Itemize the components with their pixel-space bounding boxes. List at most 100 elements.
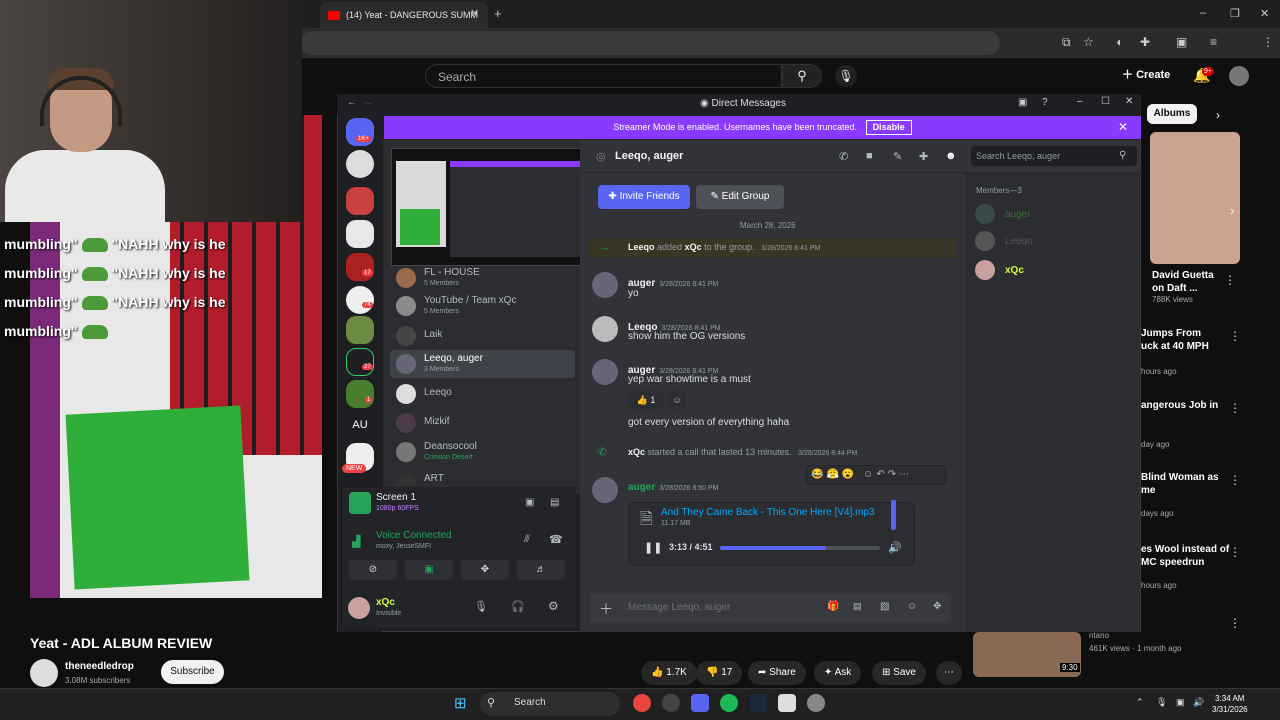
user-avatar[interactable]: [348, 597, 370, 619]
like-button[interactable]: 👍 1.7K: [641, 661, 697, 685]
settings-gear-icon[interactable]: ⚙: [548, 599, 559, 613]
save-button[interactable]: ⊞ Save: [872, 661, 926, 685]
tray-chevron-icon[interactable]: ⌃: [1136, 697, 1144, 708]
chevron-right-icon[interactable]: ›: [1230, 203, 1234, 218]
noise-suppression-icon[interactable]: ⫻: [524, 534, 530, 545]
invite-friends-button[interactable]: ✚ Invite Friends: [598, 185, 690, 209]
member-item[interactable]: Leeqo: [975, 231, 1125, 253]
discord-taskbar-icon[interactable]: [691, 694, 709, 712]
extension-icon[interactable]: ◖: [1115, 35, 1122, 49]
network-icon[interactable]: ▣: [1176, 697, 1185, 708]
member-list-toggle-icon[interactable]: ☻: [945, 150, 957, 162]
edit-group-button[interactable]: ✎ Edit Group: [696, 185, 784, 209]
channel-avatar[interactable]: [30, 659, 58, 687]
chevron-right-icon[interactable]: ›: [1216, 108, 1220, 122]
youtube-search-input[interactable]: Search: [425, 64, 782, 88]
close-icon[interactable]: ✕: [1125, 96, 1133, 107]
soundboard-button[interactable]: ♬: [517, 560, 565, 580]
reaction-thumbs-up[interactable]: 👍 1: [628, 391, 664, 409]
dm-item-selected[interactable]: Leeqo, auger 3 Members: [390, 350, 575, 378]
add-reaction-icon[interactable]: ☺: [668, 391, 686, 409]
server-icon[interactable]: [346, 286, 374, 314]
extensions-puzzle-icon[interactable]: ✚: [1140, 35, 1150, 49]
maximize-icon[interactable]: ❐: [1230, 7, 1240, 20]
camera-off-button[interactable]: ⊘: [349, 560, 397, 580]
more-options-icon[interactable]: ⋮: [1229, 545, 1241, 559]
close-window-icon[interactable]: ✕: [1260, 7, 1269, 20]
share-screen-button[interactable]: ▣: [405, 560, 453, 580]
microphone-icon[interactable]: 🎙: [835, 65, 857, 87]
albums-chip[interactable]: Albums: [1147, 104, 1197, 124]
volume-slider[interactable]: [891, 500, 896, 530]
video-call-icon[interactable]: ■: [866, 150, 873, 162]
recommendation-thumbnail[interactable]: [1150, 132, 1240, 264]
more-options-icon[interactable]: ⋮: [1229, 401, 1241, 415]
dm-item[interactable]: Laik: [390, 322, 575, 350]
recommendation-item[interactable]: Jumps From uck at 40 MPH hours ago: [1141, 327, 1231, 376]
more-actions-button[interactable]: ⋯: [936, 661, 962, 685]
message-input[interactable]: Message Leeqo, auger: [590, 593, 950, 623]
dm-item[interactable]: Deansocool Crimson Desert: [390, 438, 575, 466]
message-avatar[interactable]: [592, 359, 618, 385]
volume-icon[interactable]: 🔊: [1193, 697, 1204, 708]
install-icon[interactable]: ⧉: [1062, 35, 1071, 50]
more-options-icon[interactable]: ⋮: [1229, 473, 1241, 487]
dm-item[interactable]: FL - HOUSE 5 Members: [390, 264, 575, 292]
windows-start-icon[interactable]: ⊞: [454, 694, 467, 712]
notepad-icon[interactable]: [778, 694, 796, 712]
create-button[interactable]: ＋ Create: [1122, 66, 1170, 82]
banner-close-icon[interactable]: ✕: [1118, 120, 1128, 134]
dm-item[interactable]: Mizkif: [390, 409, 575, 437]
server-icon[interactable]: [346, 316, 374, 344]
stream-settings-icon[interactable]: ▤: [550, 497, 559, 508]
message-avatar[interactable]: [592, 272, 618, 298]
share-button[interactable]: ➦ Share: [748, 661, 806, 685]
inbox-icon[interactable]: ▣: [1018, 97, 1027, 108]
help-icon[interactable]: ?: [1042, 97, 1048, 108]
media-controls-icon[interactable]: ≡: [1210, 35, 1217, 49]
dm-item[interactable]: Leeqo: [390, 380, 575, 408]
member-item[interactable]: auger: [975, 204, 1125, 226]
address-bar[interactable]: [300, 31, 1000, 55]
server-icon[interactable]: [346, 187, 374, 215]
dislike-button[interactable]: 👎 17: [696, 661, 743, 685]
bookmark-star-icon[interactable]: ☆: [1083, 35, 1094, 49]
obs-icon[interactable]: [662, 694, 680, 712]
account-avatar[interactable]: [1229, 66, 1249, 86]
voice-status[interactable]: Voice Connected: [376, 530, 452, 541]
server-icon[interactable]: [346, 348, 374, 376]
subscribe-button[interactable]: Subscribe: [161, 660, 224, 684]
maximize-icon[interactable]: ☐: [1101, 96, 1110, 107]
server-icon[interactable]: [346, 253, 374, 281]
disable-streamer-mode-button[interactable]: Disable: [865, 120, 912, 135]
sticker-icon[interactable]: ▨: [880, 601, 889, 612]
apps-icon[interactable]: ✥: [933, 601, 941, 612]
voice-call-icon[interactable]: ✆: [839, 150, 848, 163]
audio-file-link[interactable]: And They Came Back - This One Here [V4].…: [661, 507, 875, 518]
member-item[interactable]: xQc: [975, 260, 1125, 282]
activities-button[interactable]: ✥: [461, 560, 509, 580]
server-icon[interactable]: [346, 150, 374, 178]
more-options-icon[interactable]: ⋮: [1229, 329, 1241, 343]
back-arrow-icon[interactable]: ←: [347, 97, 357, 108]
emoji-icon[interactable]: ☺: [907, 601, 917, 612]
channel-name[interactable]: theneedledrop: [65, 661, 134, 672]
volume-icon[interactable]: 🔊: [888, 541, 902, 554]
more-options-icon[interactable]: ⋮: [1229, 616, 1241, 630]
minimize-icon[interactable]: –: [1200, 7, 1206, 19]
pinned-messages-icon[interactable]: ✎: [893, 150, 902, 163]
server-au[interactable]: AU: [346, 411, 374, 439]
search-input[interactable]: Search Leeqo, auger: [971, 146, 1137, 166]
pause-icon[interactable]: ❚❚: [644, 541, 662, 554]
server-icon[interactable]: [346, 380, 374, 408]
tray-mic-icon[interactable]: 🎙: [1156, 697, 1167, 708]
tab-close-icon[interactable]: ✕: [470, 7, 479, 20]
screen-share-preview[interactable]: [391, 148, 602, 266]
minimize-icon[interactable]: –: [1077, 96, 1083, 107]
dm-item[interactable]: ART: [390, 470, 575, 486]
recommendation-item[interactable]: angerous Job in day ago: [1141, 399, 1231, 449]
browser-menu-icon[interactable]: ⋮: [1262, 35, 1274, 49]
message-hover-toolbar[interactable]: 😂😤😮 ☺↶↷⋯: [806, 465, 946, 485]
message-author[interactable]: auger: [628, 482, 655, 493]
spotify-icon[interactable]: [720, 694, 738, 712]
